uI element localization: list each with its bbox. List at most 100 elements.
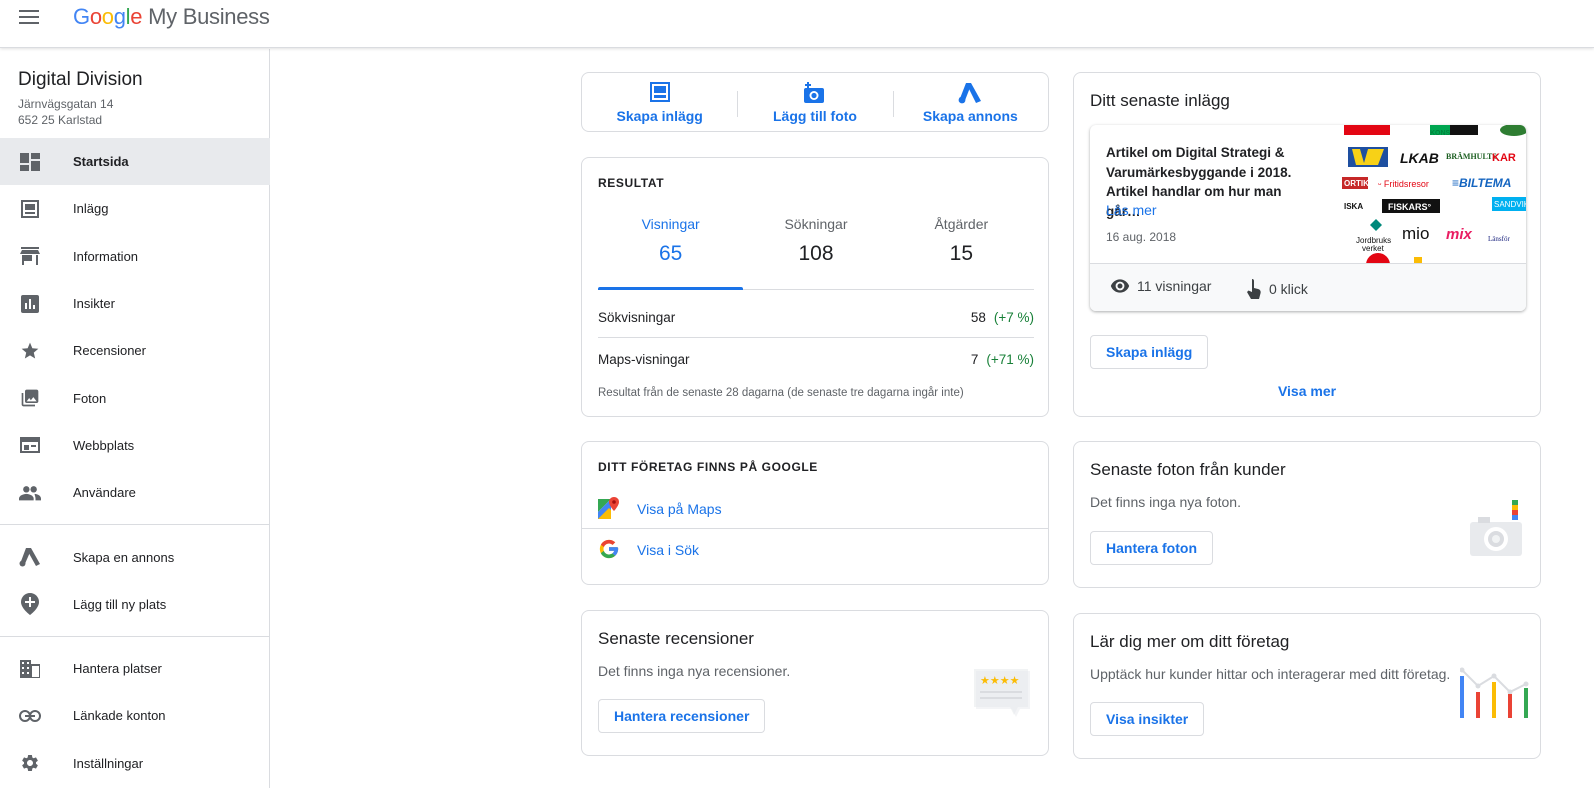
results-title: RESULTAT [598,176,665,190]
stat-row-maps-visningar: Maps-visningar 7 (+71 %) [598,339,1034,379]
manage-reviews-label: Hantera recensioner [598,699,766,733]
post-views-text: 11 visningar [1137,278,1212,294]
tab-atgarder[interactable]: Åtgärder 15 [889,216,1034,289]
svg-text:ᵕ Fritidsresor: ᵕ Fritidsresor [1378,179,1429,189]
sidebar-item-webbplats[interactable]: Webbplats [0,422,270,469]
view-insights-label: Visa insikter [1090,702,1205,736]
sidebar-item-insikter[interactable]: Insikter [0,280,270,327]
latest-post-card: Ditt senaste inlägg Artikel om Digital S… [1073,72,1541,417]
tab-visningar[interactable]: Visningar 65 [598,216,744,290]
results-card: RESULTAT Visningar 65 Sökningar 108 Åtgä… [581,157,1049,417]
review-illustration-icon: ★★★★ [974,669,1030,722]
post-stats: 11 visningar 0 klick [1090,263,1526,311]
view-on-maps-link[interactable]: Visa på Maps [582,489,1048,529]
svg-text:ORTIK: ORTIK [1344,179,1369,188]
web-icon [19,434,41,456]
create-ad-label: Skapa annons [922,108,1018,124]
show-more-link[interactable]: Visa mer [1074,383,1540,399]
learn-more-card: Lär dig mer om ditt företag Upptäck hur … [1073,613,1541,759]
svg-text:★★★★: ★★★★ [980,674,1020,687]
sidebar-item-installningar[interactable]: Inställningar [0,740,270,787]
post-image: KONSUM LKAB BRÄMHULTS KAR ORTIK ᵕ Fritid… [1342,125,1526,263]
view-insights-button[interactable]: Visa insikter [1090,702,1205,736]
menu-icon[interactable] [19,10,39,24]
sidebar-item-lagg-till-plats[interactable]: Lägg till ny plats [0,581,270,628]
storefront-icon [19,245,41,267]
results-tabs: Visningar 65 Sökningar 108 Åtgärder 15 [598,216,1034,290]
sidebar-item-hantera-platser[interactable]: Hantera platser [0,645,270,692]
sidebar-item-information[interactable]: Information [0,233,270,280]
stat-value: 7 [970,351,979,367]
reviews-title: Senaste recensioner [598,629,754,648]
add-photo-label: Lägg till foto [773,108,857,124]
sidebar-item-anvandare[interactable]: Användare [0,469,270,516]
view-on-maps-label: Visa på Maps [637,500,722,517]
sidebar-nav: Startsida Inlägg Information Insikter Re… [0,138,270,787]
sidebar-item-lankade-konton[interactable]: Länkade konton [0,692,270,739]
address-line-1: Järnvägsgatan 14 [18,97,114,111]
sidebar-item-recensioner[interactable]: Recensioner [0,327,270,374]
create-post-label: Skapa inlägg [616,108,703,124]
add-photo-action[interactable]: Lägg till foto [737,73,892,131]
sidebar-item-label: Inlägg [73,201,109,217]
sidebar-item-label: Information [73,248,139,264]
tab-value: 15 [949,242,973,265]
svg-text:FISKARS°: FISKARS° [1388,202,1432,212]
on-google-card: DITT FÖRETAG FINNS PÅ GOOGLE Visa på Map… [581,441,1049,585]
tab-label: Sökningar [784,216,848,232]
svg-text:ISKA: ISKA [1344,202,1363,211]
insights-chart-illustration-icon [1459,664,1530,725]
buildings-icon [19,658,41,680]
post-clicks: 0 klick [1246,278,1308,300]
svg-text:Länsför: Länsför [1488,235,1510,243]
sidebar-item-startsida[interactable]: Startsida [0,138,270,186]
customer-photos-card: Senaste foton från kunder Det finns inga… [1073,441,1541,588]
sidebar-divider [0,524,270,526]
google-maps-icon [598,496,622,521]
google-my-business-logo[interactable]: Google My Business [73,4,270,30]
tab-label: Åtgärder [934,216,989,232]
stat-delta: (+7 %) [993,310,1034,325]
quick-actions-card: Skapa inlägg Lägg till foto Skapa annons [581,72,1049,132]
latest-reviews-card: Senaste recensioner Det finns inga nya r… [581,610,1049,756]
results-footnote: Resultat från de senaste 28 dagarna (de … [598,387,964,399]
create-post-button[interactable]: Skapa inlägg [1090,335,1209,369]
dashboard-icon [19,151,41,173]
manage-photos-button[interactable]: Hantera foton [1090,531,1213,565]
svg-text:mix: mix [1446,226,1473,243]
sidebar-divider [0,635,270,637]
sidebar-item-label: Inställningar [73,755,144,771]
svg-text:SANDVIK: SANDVIK [1494,200,1526,209]
svg-text:LKAB: LKAB [1400,150,1439,166]
sidebar-item-label: Länkade konton [73,708,166,724]
stat-delta: (+71 %) [986,351,1034,367]
svg-text:≡BILTEMA: ≡BILTEMA [1452,176,1511,190]
manage-reviews-button[interactable]: Hantera recensioner [598,699,766,733]
top-app-bar: Google My Business [0,0,1594,48]
on-google-title: DITT FÖRETAG FINNS PÅ GOOGLE [598,460,818,474]
bar-chart-icon [19,293,41,315]
sidebar-item-inlagg[interactable]: Inlägg [0,185,270,232]
sidebar-item-label: Hantera platser [73,661,162,677]
svg-text:KAR: KAR [1492,152,1516,164]
learn-more-text: Upptäck hur kunder hittar och interagera… [1090,666,1451,682]
post-date: 16 aug. 2018 [1106,230,1177,244]
read-more-link[interactable]: Läs mer [1106,202,1157,218]
sidebar-item-skapa-annons[interactable]: Skapa en annons [0,533,270,580]
post-preview[interactable]: Artikel om Digital Strategi & Varumärkes… [1090,125,1526,311]
customer-photos-title: Senaste foton från kunder [1090,460,1286,479]
customer-photos-empty-text: Det finns inga nya foton. [1090,494,1241,510]
tab-sokningar[interactable]: Sökningar 108 [743,216,888,289]
sidebar-item-foton[interactable]: Foton [0,374,270,421]
post-views: 11 visningar [1110,278,1211,294]
create-ad-action[interactable]: Skapa annons [892,73,1048,131]
view-in-search-link[interactable]: Visa i Sök [582,530,1048,570]
tab-value: 108 [798,242,834,265]
gear-icon [19,752,41,774]
create-post-button-label: Skapa inlägg [1090,335,1209,369]
product-name: My Business [148,4,270,29]
touch-icon [1247,279,1261,299]
stat-label: Sökvisningar [598,310,676,325]
create-post-action[interactable]: Skapa inlägg [582,73,737,131]
eye-icon [1110,279,1130,293]
